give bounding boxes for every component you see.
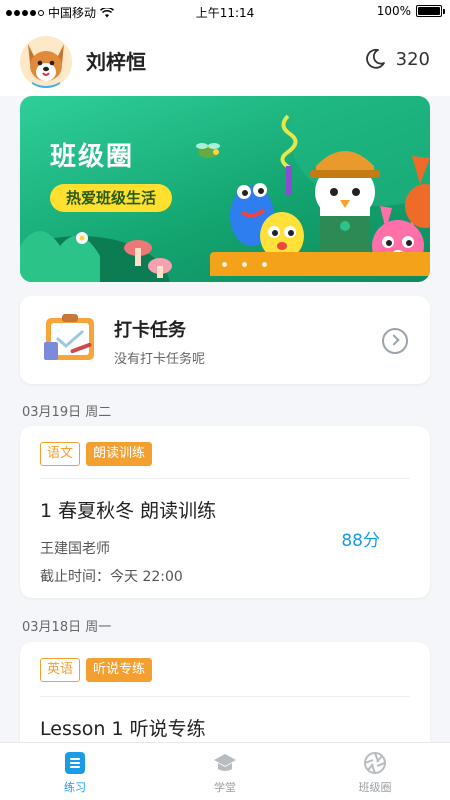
dog-avatar-icon[interactable] — [20, 36, 72, 88]
check-in-task-card[interactable]: 打卡任务 没有打卡任务呢 — [20, 296, 430, 384]
homework-teacher: 王建国老师 — [40, 541, 110, 557]
pagination-dot — [262, 262, 267, 267]
task-subtitle: 没有打卡任务呢 — [114, 352, 206, 367]
profile-header: 刘梓恒 320 — [0, 24, 450, 96]
banner-pagination — [210, 252, 430, 276]
tab-practice[interactable]: 练习 — [0, 743, 150, 800]
coin-count: 320 — [395, 48, 430, 70]
chevron-right-icon[interactable] — [382, 328, 408, 354]
banner-title: 班级圈 — [50, 142, 135, 172]
username: 刘梓恒 — [86, 50, 146, 74]
battery-percent: 100% — [376, 4, 411, 18]
homework-tags: 英语 听说专练 — [40, 658, 153, 682]
banner-subtitle: 热爱班级生活 — [50, 184, 173, 212]
subject-tag: 语文 — [40, 442, 81, 466]
type-tag: 朗读训练 — [86, 442, 153, 466]
coin-balance[interactable]: 320 — [364, 48, 430, 70]
graduation-cap-icon — [214, 754, 236, 771]
class-circle-banner[interactable]: 班级圈 热爱班级生活 — [20, 96, 430, 282]
homework-title: 1 春夏秋冬 朗读训练 — [40, 500, 217, 522]
shutter-icon — [364, 752, 386, 774]
subject-tag: 英语 — [40, 658, 81, 682]
bottom-tab-bar: 练习 学堂 班级圈 — [0, 742, 450, 800]
tab-label: 学堂 — [214, 781, 236, 794]
date-header: 03月19日 周二 — [22, 405, 112, 420]
divider — [40, 696, 410, 697]
clipboard-icon — [44, 314, 94, 360]
practice-icon — [65, 752, 85, 774]
pagination-dot — [222, 262, 227, 267]
status-bar: 中国移动 上午11:14 100% — [0, 0, 450, 24]
homework-card[interactable]: 语文 朗读训练 1 春夏秋冬 朗读训练 王建国老师 截止时间：今天 22:00 … — [20, 426, 430, 598]
task-title: 打卡任务 — [114, 320, 186, 341]
type-tag: 听说专练 — [86, 658, 153, 682]
pagination-dot — [242, 262, 247, 267]
date-header: 03月18日 周一 — [22, 620, 112, 635]
homework-score: 88分 — [341, 531, 380, 551]
tab-label: 班级圈 — [358, 781, 392, 794]
homework-deadline: 截止时间：今天 22:00 — [40, 569, 183, 585]
status-right: 100% — [376, 4, 445, 18]
divider — [40, 478, 410, 479]
homework-title: Lesson 1 听说专练 — [40, 718, 206, 740]
moon-icon — [365, 48, 385, 69]
tab-school[interactable]: 学堂 — [150, 743, 300, 800]
tab-label: 练习 — [64, 781, 86, 794]
battery-icon — [416, 5, 445, 17]
tab-class-circle[interactable]: 班级圈 — [300, 743, 450, 800]
homework-tags: 语文 朗读训练 — [40, 442, 153, 466]
